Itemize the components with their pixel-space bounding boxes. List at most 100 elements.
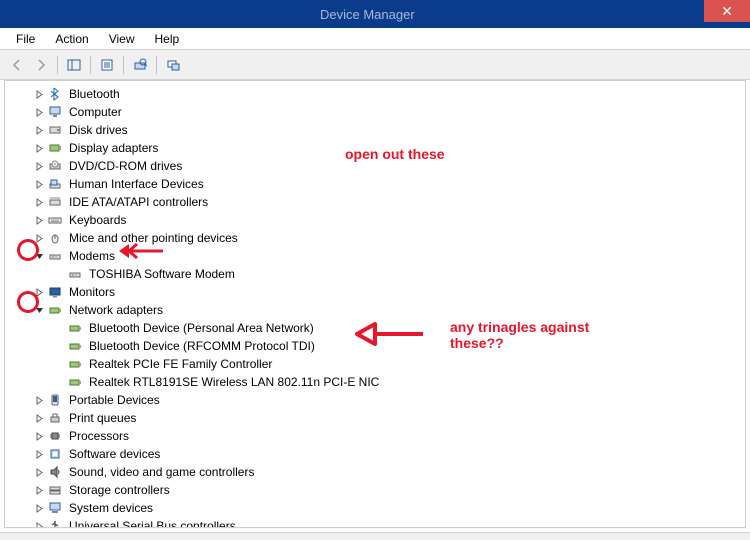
tree-node-mice[interactable]: Mice and other pointing devices — [11, 229, 739, 247]
node-label: DVD/CD-ROM drives — [67, 159, 184, 173]
nav-forward-button[interactable] — [30, 54, 52, 76]
menu-view[interactable]: View — [99, 30, 145, 48]
node-label: Bluetooth — [67, 87, 122, 101]
node-label: TOSHIBA Software Modem — [87, 267, 237, 281]
titlebar: Device Manager ✕ — [0, 0, 750, 28]
close-button[interactable]: ✕ — [704, 0, 750, 22]
tree-node-print-queues[interactable]: Print queues — [11, 409, 739, 427]
tree-node-bluetooth[interactable]: Bluetooth — [11, 85, 739, 103]
tree-node-processors[interactable]: Processors — [11, 427, 739, 445]
printer-icon — [47, 410, 63, 426]
scan-hardware-button[interactable] — [129, 54, 151, 76]
tree-node-software-devices[interactable]: Software devices — [11, 445, 739, 463]
node-label: Storage controllers — [67, 483, 172, 497]
node-label: IDE ATA/ATAPI controllers — [67, 195, 210, 209]
tree-node-keyboards[interactable]: Keyboards — [11, 211, 739, 229]
tree-node-net-realtek-wifi[interactable]: Realtek RTL8191SE Wireless LAN 802.11n P… — [31, 373, 739, 391]
collapse-icon[interactable] — [33, 304, 45, 316]
node-label: Modems — [67, 249, 117, 263]
disk-icon — [47, 122, 63, 138]
expand-icon[interactable] — [33, 178, 45, 190]
tree-node-display-adapters[interactable]: Display adapters — [11, 139, 739, 157]
expand-icon[interactable] — [33, 160, 45, 172]
expand-icon[interactable] — [33, 88, 45, 100]
mouse-icon — [47, 230, 63, 246]
tree-node-portable[interactable]: Portable Devices — [11, 391, 739, 409]
toolbar — [0, 50, 750, 80]
bluetooth-icon — [47, 86, 63, 102]
processor-icon — [47, 428, 63, 444]
expand-icon[interactable] — [33, 232, 45, 244]
window-title: Device Manager — [320, 7, 415, 22]
tree-node-computer[interactable]: Computer — [11, 103, 739, 121]
computer-icon — [47, 104, 63, 120]
tree-node-net-bt-pan[interactable]: Bluetooth Device (Personal Area Network) — [31, 319, 739, 337]
tree-node-monitors[interactable]: Monitors — [11, 283, 739, 301]
expand-icon[interactable] — [33, 520, 45, 528]
properties-button[interactable] — [96, 54, 118, 76]
expand-icon[interactable] — [33, 124, 45, 136]
expand-icon[interactable] — [33, 502, 45, 514]
expand-icon[interactable] — [33, 286, 45, 298]
expand-icon[interactable] — [33, 214, 45, 226]
toolbar-separator — [57, 56, 58, 74]
node-label: Bluetooth Device (Personal Area Network) — [87, 321, 316, 335]
tree-node-sound[interactable]: Sound, video and game controllers — [11, 463, 739, 481]
arrow-right-icon — [34, 58, 48, 72]
tree-node-modems[interactable]: Modems — [11, 247, 739, 265]
device-tree-pane[interactable]: Bluetooth Computer Disk drives Display a… — [4, 80, 746, 528]
scan-icon — [133, 58, 147, 72]
node-label: Realtek RTL8191SE Wireless LAN 802.11n P… — [87, 375, 381, 389]
tree-node-system[interactable]: System devices — [11, 499, 739, 517]
network-icon — [47, 302, 63, 318]
portable-icon — [47, 392, 63, 408]
software-device-icon — [47, 446, 63, 462]
monitor-icon — [47, 284, 63, 300]
storage-controller-icon — [47, 482, 63, 498]
toolbar-separator — [90, 56, 91, 74]
menu-file[interactable]: File — [6, 30, 45, 48]
toolbar-separator — [156, 56, 157, 74]
tree-node-usb[interactable]: Universal Serial Bus controllers — [11, 517, 739, 528]
toolbar-separator — [123, 56, 124, 74]
statusbar — [0, 532, 750, 540]
expand-icon[interactable] — [33, 196, 45, 208]
node-label: Realtek PCIe FE Family Controller — [87, 357, 274, 371]
menu-help[interactable]: Help — [145, 30, 190, 48]
tree-node-net-bt-rfcomm[interactable]: Bluetooth Device (RFCOMM Protocol TDI) — [31, 337, 739, 355]
node-label: Display adapters — [67, 141, 160, 155]
node-label: Sound, video and game controllers — [67, 465, 256, 479]
expand-icon[interactable] — [33, 394, 45, 406]
modem-icon — [47, 248, 63, 264]
tree-node-network[interactable]: Network adapters — [11, 301, 739, 319]
system-device-icon — [47, 500, 63, 516]
tree-node-ide[interactable]: IDE ATA/ATAPI controllers — [11, 193, 739, 211]
expand-icon[interactable] — [33, 412, 45, 424]
expand-icon[interactable] — [33, 466, 45, 478]
tree-node-modem-toshiba[interactable]: TOSHIBA Software Modem — [31, 265, 739, 283]
tree-node-net-realtek-fe[interactable]: Realtek PCIe FE Family Controller — [31, 355, 739, 373]
nav-back-button[interactable] — [6, 54, 28, 76]
tree-node-hid[interactable]: Human Interface Devices — [11, 175, 739, 193]
node-label: Human Interface Devices — [67, 177, 206, 191]
hid-icon — [47, 176, 63, 192]
close-icon: ✕ — [721, 3, 733, 20]
collapse-icon[interactable] — [33, 250, 45, 262]
show-hide-tree-button[interactable] — [63, 54, 85, 76]
menu-action[interactable]: Action — [45, 30, 98, 48]
expand-icon[interactable] — [33, 448, 45, 460]
network-adapter-icon — [67, 338, 83, 354]
node-label: System devices — [67, 501, 155, 515]
expand-icon[interactable] — [33, 106, 45, 118]
node-label: Monitors — [67, 285, 117, 299]
tree-node-dvd[interactable]: DVD/CD-ROM drives — [11, 157, 739, 175]
expand-icon[interactable] — [33, 142, 45, 154]
node-label: Portable Devices — [67, 393, 162, 407]
node-label: Processors — [67, 429, 131, 443]
tree-node-disk-drives[interactable]: Disk drives — [11, 121, 739, 139]
expand-icon[interactable] — [33, 430, 45, 442]
tree-node-storage[interactable]: Storage controllers — [11, 481, 739, 499]
devices-printers-button[interactable] — [162, 54, 184, 76]
expand-icon[interactable] — [33, 484, 45, 496]
node-label: Mice and other pointing devices — [67, 231, 240, 245]
